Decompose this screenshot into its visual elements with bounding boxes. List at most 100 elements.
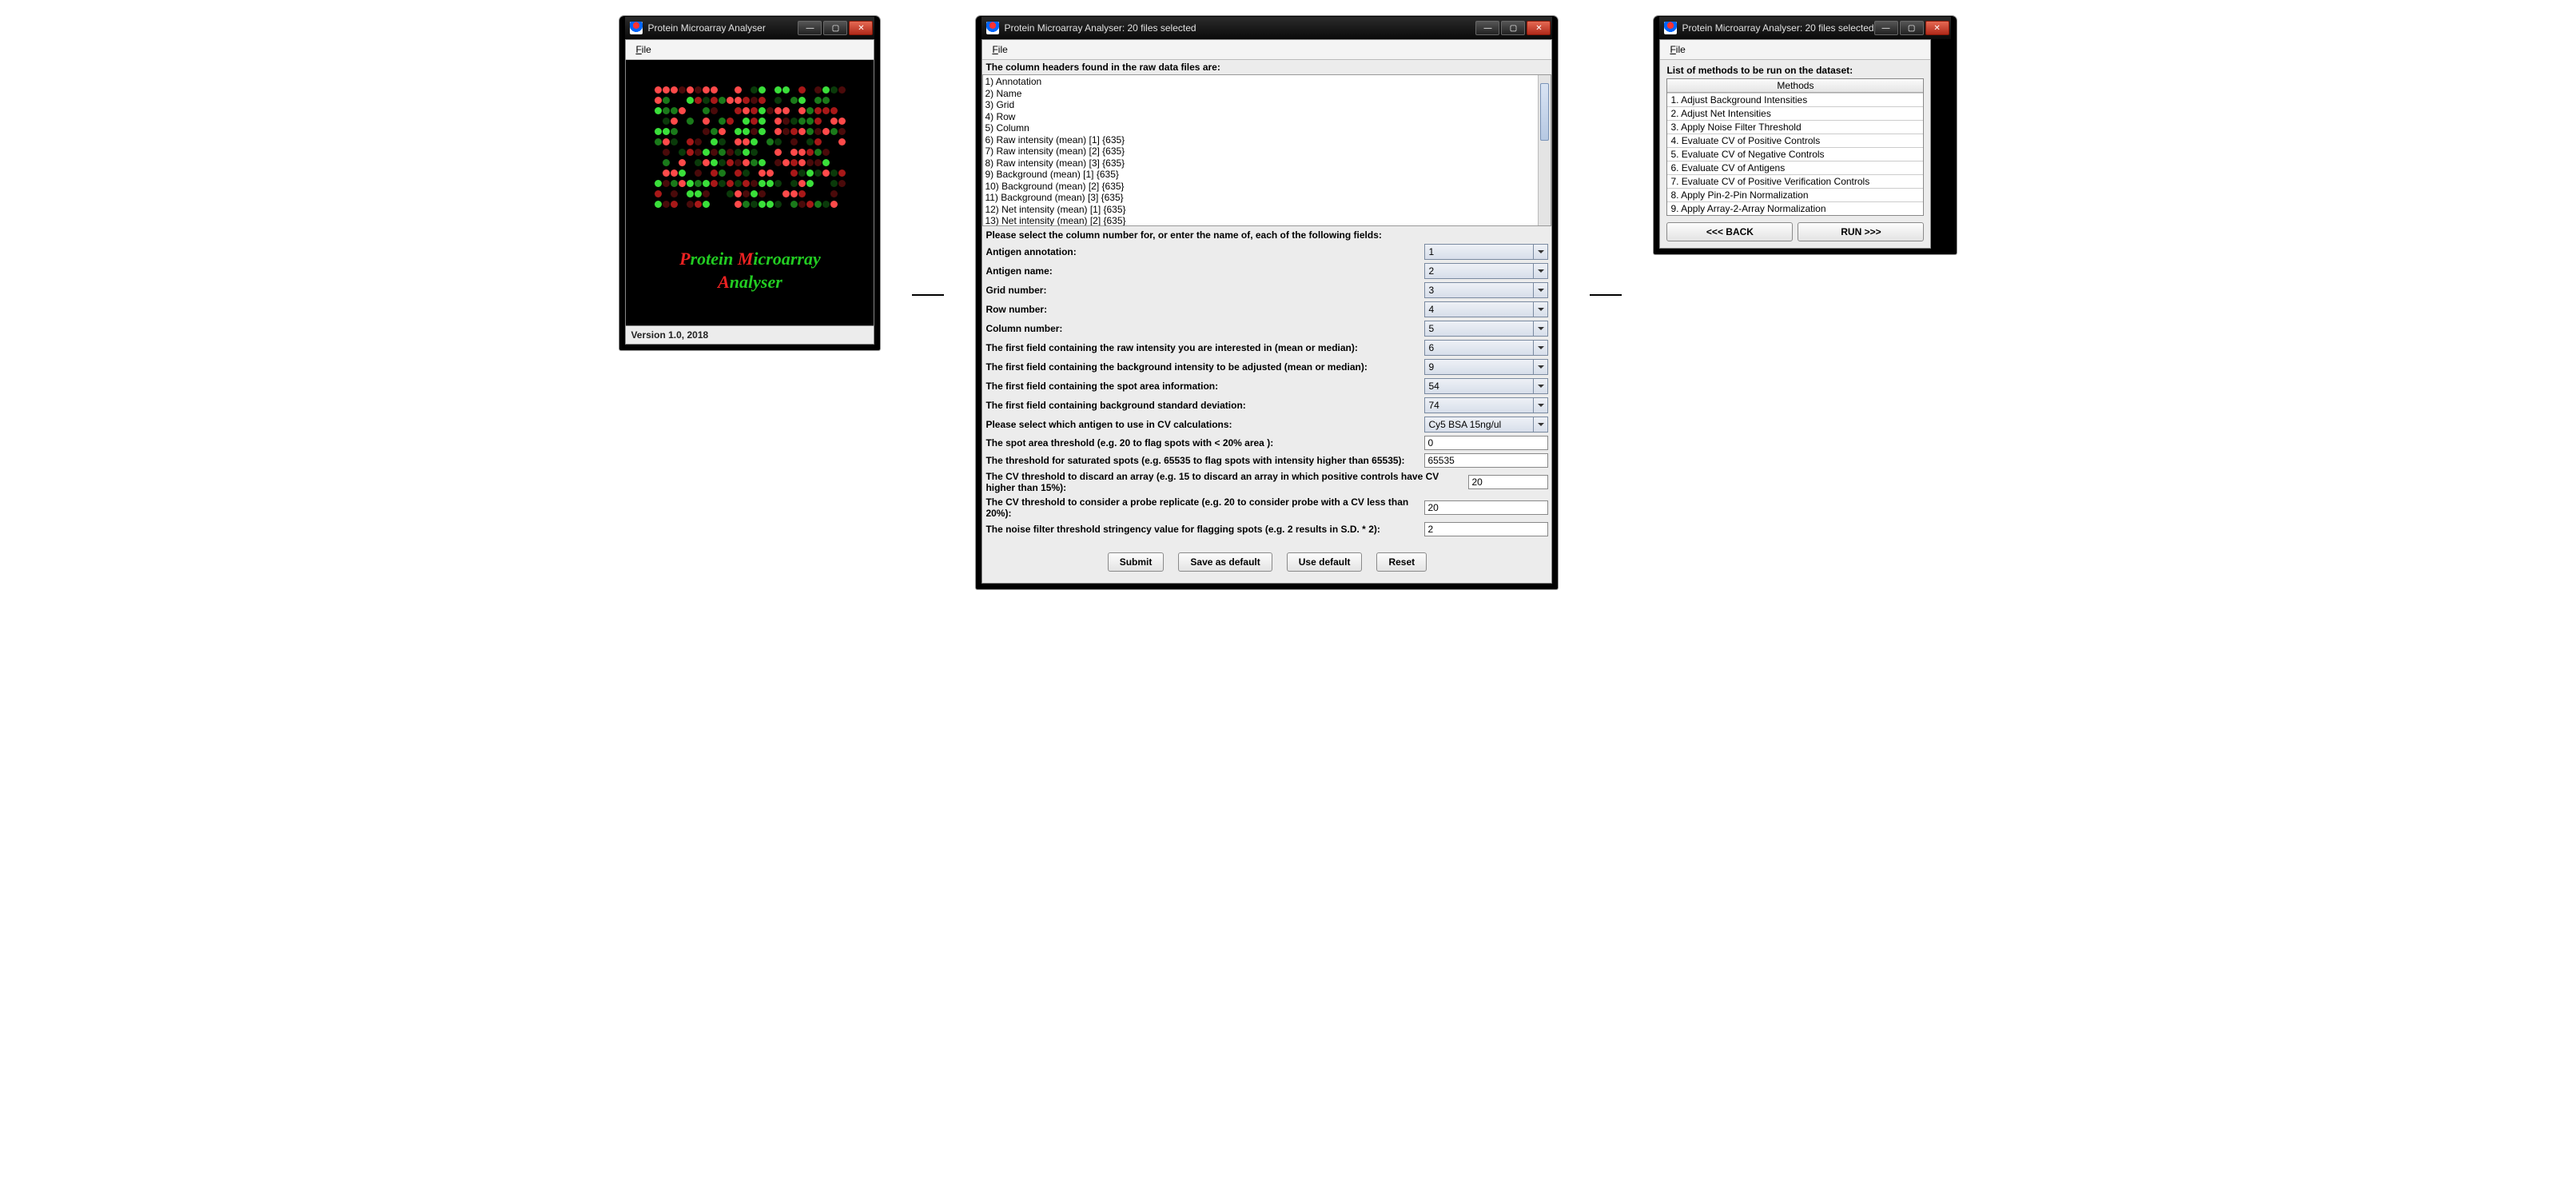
- chevron-down-icon[interactable]: [1533, 398, 1547, 413]
- method-row[interactable]: 1. Adjust Background Intensities: [1667, 93, 1923, 106]
- field-combo[interactable]: 9: [1424, 359, 1548, 375]
- save-default-button[interactable]: Save as default: [1178, 552, 1272, 572]
- field-label: The noise filter threshold stringency va…: [985, 524, 1419, 535]
- method-row[interactable]: 8. Apply Pin-2-Pin Normalization: [1667, 188, 1923, 201]
- headers-listbox[interactable]: 1) Annotation2) Name3) Grid4) Row5) Colu…: [982, 74, 1551, 226]
- method-row[interactable]: 4. Evaluate CV of Positive Controls: [1667, 134, 1923, 147]
- maximize-button[interactable]: ▢: [1501, 21, 1525, 35]
- field-label: The threshold for saturated spots (e.g. …: [985, 455, 1419, 466]
- minimize-button[interactable]: —: [798, 21, 822, 35]
- submit-button[interactable]: Submit: [1108, 552, 1165, 572]
- form-row: The CV threshold to discard an array (e.…: [982, 469, 1551, 495]
- titlebar[interactable]: Protein Microarray Analyser: 20 files se…: [1659, 17, 1950, 39]
- microarray-graphic: [626, 60, 874, 228]
- file-menu[interactable]: File: [1665, 42, 1690, 57]
- header-list-item[interactable]: 3) Grid: [985, 99, 1549, 111]
- method-row[interactable]: 3. Apply Noise Filter Threshold: [1667, 120, 1923, 134]
- splash-title: Protein Microarray Analyser: [626, 228, 874, 325]
- header-list-item[interactable]: 9) Background (mean) [1] {635}: [985, 169, 1549, 181]
- combo-value: Cy5 BSA 15ng/ul: [1425, 419, 1533, 430]
- header-list-item[interactable]: 5) Column: [985, 122, 1549, 134]
- chevron-down-icon[interactable]: [1533, 379, 1547, 393]
- chevron-down-icon[interactable]: [1533, 264, 1547, 278]
- field-input[interactable]: [1424, 500, 1548, 515]
- field-label: Antigen name:: [985, 265, 1419, 277]
- java-icon: [986, 22, 999, 34]
- field-label: Column number:: [985, 323, 1419, 334]
- chevron-down-icon[interactable]: [1533, 245, 1547, 259]
- form-row: The first field containing background st…: [982, 396, 1551, 415]
- minimize-button[interactable]: —: [1874, 21, 1898, 35]
- field-combo[interactable]: 3: [1424, 282, 1548, 298]
- field-combo[interactable]: 4: [1424, 301, 1548, 317]
- field-combo[interactable]: 6: [1424, 340, 1548, 356]
- form-row: The first field containing the raw inten…: [982, 338, 1551, 357]
- reset-button[interactable]: Reset: [1376, 552, 1427, 572]
- splash-area: Protein Microarray Analyser: [626, 60, 874, 325]
- field-label: Row number:: [985, 304, 1419, 315]
- field-label: Grid number:: [985, 285, 1419, 296]
- window-splash: Protein Microarray Analyser — ▢ ✕ File P…: [619, 16, 880, 350]
- form-row: Row number: 4: [982, 300, 1551, 319]
- client-area: File The column headers found in the raw…: [981, 39, 1552, 584]
- file-menu[interactable]: File: [631, 42, 655, 57]
- run-button[interactable]: RUN >>>: [1798, 222, 1924, 241]
- method-row[interactable]: 9. Apply Array-2-Array Normalization: [1667, 201, 1923, 215]
- header-list-item[interactable]: 8) Raw intensity (mean) [3] {635}: [985, 157, 1549, 169]
- chevron-down-icon[interactable]: [1533, 283, 1547, 297]
- headers-label: The column headers found in the raw data…: [982, 60, 1551, 74]
- field-combo[interactable]: 5: [1424, 321, 1548, 337]
- field-combo[interactable]: 2: [1424, 263, 1548, 279]
- method-row[interactable]: 6. Evaluate CV of Antigens: [1667, 161, 1923, 174]
- field-label: The first field containing the backgroun…: [985, 361, 1419, 373]
- header-list-item[interactable]: 4) Row: [985, 111, 1549, 123]
- combo-value: 74: [1425, 400, 1533, 411]
- chevron-down-icon[interactable]: [1533, 321, 1547, 336]
- file-menu-rest: ile: [642, 44, 651, 55]
- field-combo[interactable]: 54: [1424, 378, 1548, 394]
- client-area: File List of methods to be run on the da…: [1659, 39, 1931, 249]
- field-input[interactable]: [1424, 522, 1548, 536]
- header-list-item[interactable]: 12) Net intensity (mean) [1] {635}: [985, 204, 1549, 216]
- field-label: The spot area threshold (e.g. 20 to flag…: [985, 437, 1419, 448]
- field-combo[interactable]: 1: [1424, 244, 1548, 260]
- method-row[interactable]: 5. Evaluate CV of Negative Controls: [1667, 147, 1923, 161]
- maximize-button[interactable]: ▢: [1900, 21, 1924, 35]
- scrollbar-vertical[interactable]: [1538, 75, 1551, 225]
- header-list-item[interactable]: 1) Annotation: [985, 76, 1549, 88]
- header-list-item[interactable]: 11) Background (mean) [3] {635}: [985, 192, 1549, 204]
- chevron-down-icon[interactable]: [1533, 302, 1547, 317]
- button-row: Submit Save as default Use default Reset: [982, 540, 1551, 583]
- close-button[interactable]: ✕: [1527, 21, 1551, 35]
- methods-table[interactable]: Methods 1. Adjust Background Intensities…: [1666, 78, 1924, 216]
- chevron-down-icon[interactable]: [1533, 360, 1547, 374]
- field-combo[interactable]: Cy5 BSA 15ng/ul: [1424, 417, 1548, 433]
- method-row[interactable]: 7. Evaluate CV of Positive Verification …: [1667, 174, 1923, 188]
- header-list-item[interactable]: 6) Raw intensity (mean) [1] {635}: [985, 134, 1549, 146]
- field-label: The first field containing the spot area…: [985, 381, 1419, 392]
- field-label: Please select which antigen to use in CV…: [985, 419, 1419, 430]
- chevron-down-icon[interactable]: [1533, 417, 1547, 432]
- titlebar[interactable]: Protein Microarray Analyser: 20 files se…: [981, 17, 1552, 39]
- header-list-item[interactable]: 10) Background (mean) [2] {635}: [985, 181, 1549, 193]
- method-row[interactable]: 2. Adjust Net Intensities: [1667, 106, 1923, 120]
- field-combo[interactable]: 74: [1424, 397, 1548, 413]
- file-menu[interactable]: File: [987, 42, 1012, 57]
- field-input[interactable]: [1424, 453, 1548, 468]
- close-button[interactable]: ✕: [1925, 21, 1949, 35]
- back-button[interactable]: <<< BACK: [1666, 222, 1793, 241]
- combo-value: 5: [1425, 323, 1533, 334]
- minimize-button[interactable]: —: [1475, 21, 1499, 35]
- form-row: The spot area threshold (e.g. 20 to flag…: [982, 434, 1551, 452]
- header-list-item[interactable]: 13) Net intensity (mean) [2] {635}: [985, 215, 1549, 225]
- menubar: File: [1660, 40, 1930, 60]
- use-default-button[interactable]: Use default: [1287, 552, 1363, 572]
- chevron-down-icon[interactable]: [1533, 341, 1547, 355]
- header-list-item[interactable]: 7) Raw intensity (mean) [2] {635}: [985, 146, 1549, 157]
- field-input[interactable]: [1424, 436, 1548, 450]
- titlebar[interactable]: Protein Microarray Analyser — ▢ ✕: [625, 17, 874, 39]
- close-button[interactable]: ✕: [849, 21, 873, 35]
- header-list-item[interactable]: 2) Name: [985, 88, 1549, 100]
- maximize-button[interactable]: ▢: [823, 21, 847, 35]
- field-input[interactable]: [1468, 475, 1548, 489]
